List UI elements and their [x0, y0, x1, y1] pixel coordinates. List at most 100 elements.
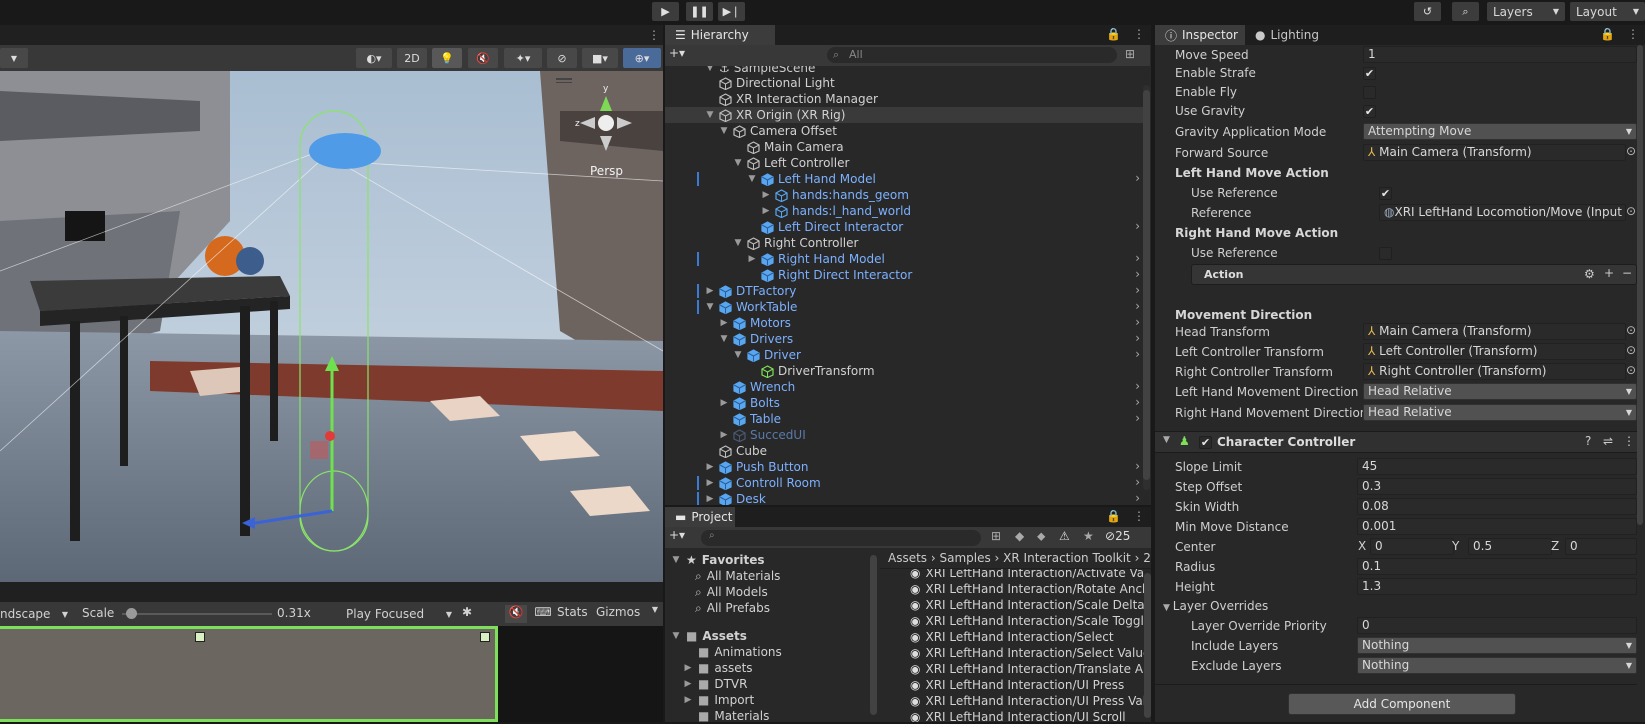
chevron-right-icon[interactable]: ▶ — [705, 491, 715, 505]
hierarchy-item[interactable]: ▶ Push Button — [705, 459, 809, 475]
chevron-right-icon[interactable]: › — [1135, 459, 1140, 473]
stats-button[interactable]: Stats — [557, 605, 593, 623]
inspector-scrollbar[interactable] — [1637, 45, 1643, 525]
chevron-right-icon[interactable]: ▶ — [719, 315, 729, 331]
more-menu-icon[interactable]: ⋮ — [1127, 507, 1151, 527]
scene-viewport[interactable]: z y Persp — [0, 71, 663, 582]
hierarchy-item[interactable]: ▶ Right Hand Model — [747, 251, 885, 267]
hierarchy-item[interactable]: ▶ Desk — [705, 491, 766, 505]
display-dropdown[interactable]: ndscape ▼ — [0, 605, 72, 623]
hierarchy-item[interactable]: Main Camera — [733, 139, 844, 155]
lock-icon[interactable]: 🔒 — [1100, 507, 1127, 527]
handle[interactable] — [195, 632, 205, 642]
scale-slider-thumb[interactable] — [126, 608, 137, 619]
hierarchy-item[interactable]: ▼ Left Controller — [733, 155, 850, 171]
hidden-count[interactable]: ⊘25 — [1105, 529, 1130, 543]
hierarchy-item[interactable]: ▼ WorkTable — [705, 299, 798, 315]
chevron-down-icon[interactable]: ▼ — [733, 347, 743, 363]
right-hand-direction-dropdown[interactable]: Head Relative ▼ — [1363, 404, 1637, 421]
favorite-item[interactable]: ⌕ All Prefabs — [695, 600, 770, 616]
scene-menu-button[interactable]: ▼ — [0, 48, 28, 68]
lock-icon[interactable]: 🔒 — [1594, 25, 1621, 45]
object-picker-icon[interactable]: ⊙ — [1626, 323, 1636, 337]
hierarchy-item[interactable]: ▼ Camera Offset — [719, 123, 837, 139]
layers-dropdown[interactable]: Layers ▼ — [1487, 2, 1565, 21]
chevron-right-icon[interactable]: › — [1135, 475, 1140, 489]
add-component-button[interactable]: Add Component — [1288, 693, 1516, 715]
layer-overrides-foldout[interactable]: ▼ Layer Overrides — [1163, 597, 1268, 615]
chevron-down-icon[interactable]: ▼ — [719, 123, 729, 139]
breadcrumb-item[interactable]: XR Interaction Toolkit › — [1003, 551, 1143, 565]
asset-item[interactable]: ◉ XRI LeftHand Interaction/Select Value — [910, 645, 1144, 661]
hierarchy-item[interactable]: Directional Light — [705, 75, 835, 91]
project-files-scrollbar[interactable] — [1144, 573, 1151, 718]
assets-header[interactable]: ▼ ■ Assets — [671, 628, 747, 644]
move-speed-field[interactable]: 1 — [1363, 46, 1637, 63]
hierarchy-item[interactable]: Table — [719, 411, 781, 427]
head-transform-field[interactable]: ⅄ Main Camera (Transform) — [1363, 323, 1626, 340]
asset-item[interactable]: ◉ XRI LeftHand Interaction/Activate Valu — [910, 569, 1144, 581]
search-by-label-icon[interactable]: ◆ — [1015, 529, 1024, 543]
layer-override-priority-field[interactable]: 0 — [1357, 617, 1637, 634]
center-x-field[interactable]: 0 — [1370, 538, 1454, 555]
chevron-right-icon[interactable]: › — [1135, 315, 1140, 329]
chevron-right-icon[interactable]: › — [1135, 411, 1140, 425]
center-z-field[interactable]: 0 — [1565, 538, 1637, 555]
step-button[interactable]: ▶❘ — [718, 2, 745, 21]
hierarchy-item[interactable]: ▼ Driver — [733, 347, 801, 363]
min-move-distance-field[interactable]: 0.001 — [1357, 518, 1637, 535]
chevron-right-icon[interactable]: ▶ — [719, 395, 729, 411]
star-icon[interactable]: ★ — [1083, 529, 1094, 543]
chevron-right-icon[interactable]: ▶ — [705, 459, 715, 475]
object-picker-icon[interactable]: ⊙ — [1626, 343, 1636, 357]
hierarchy-item[interactable]: XR Interaction Manager — [705, 91, 878, 107]
use-gravity-checkbox[interactable]: ✔ — [1363, 105, 1376, 118]
gizmos-dropdown[interactable]: ⊕▾ — [623, 48, 661, 68]
center-y-field[interactable]: 0.5 — [1468, 538, 1552, 555]
hierarchy-item[interactable]: ▶ DTFactory — [705, 283, 797, 299]
folder-item[interactable]: ■ Animations — [683, 644, 782, 660]
asset-item[interactable]: ◉ XRI LeftHand Interaction/UI Press — [910, 677, 1124, 693]
lighting-toggle[interactable]: 💡 — [432, 48, 462, 68]
project-search-input[interactable]: ⌕ — [701, 530, 981, 546]
chevron-right-icon[interactable]: ▶ — [761, 203, 771, 219]
folder-item[interactable]: ▶ ■ assets — [683, 660, 753, 676]
left-controller-transform-field[interactable]: ⅄ Left Controller (Transform) — [1363, 343, 1626, 360]
asset-item[interactable]: ◉ XRI LeftHand Interaction/Scale Delta — [910, 597, 1144, 613]
more-menu-icon[interactable]: ⋮ — [1623, 434, 1635, 448]
hierarchy-item[interactable]: ▶ hands:hands_geom — [761, 187, 909, 203]
chevron-right-icon[interactable]: ▶ — [705, 475, 715, 491]
layout-dropdown[interactable]: Layout ▼ — [1570, 2, 1645, 21]
chevron-right-icon[interactable]: ▶ — [719, 427, 729, 443]
scale-slider-track[interactable] — [122, 613, 272, 615]
object-picker-icon[interactable]: ⊙ — [1626, 363, 1636, 377]
object-picker-icon[interactable]: ⊙ — [1626, 204, 1636, 218]
favorite-item[interactable]: ⌕ All Models — [695, 584, 768, 600]
chevron-right-icon[interactable]: › — [1135, 395, 1140, 409]
gravity-mode-dropdown[interactable]: Attempting Move ▼ — [1363, 123, 1637, 140]
tag-icon[interactable]: ⬥ — [1037, 529, 1045, 544]
chevron-right-icon[interactable]: › — [1135, 219, 1140, 233]
preset-icon[interactable]: ⇌ — [1603, 434, 1613, 448]
gear-icon[interactable]: ⚙ — [1584, 267, 1595, 281]
lock-icon[interactable]: 🔒 — [1100, 25, 1127, 45]
character-controller-enabled[interactable]: ✔ — [1199, 436, 1212, 449]
asset-item[interactable]: ◉ XRI LeftHand Interaction/Rotate Ancho — [910, 581, 1144, 597]
hierarchy-search-input[interactable]: ⌕ All — [827, 47, 1117, 63]
create-button[interactable]: +▾ — [669, 528, 685, 542]
left-hand-direction-dropdown[interactable]: Head Relative ▼ — [1363, 383, 1637, 400]
more-menu-icon[interactable]: ⋮ — [1127, 25, 1151, 45]
hierarchy-item[interactable]: Right Direct Interactor — [747, 267, 912, 283]
play-button[interactable]: ▶ — [652, 2, 679, 21]
hierarchy-item[interactable]: ▼ Right Controller — [733, 235, 859, 251]
keyboard-button[interactable]: ⌨ — [532, 605, 554, 623]
asset-item[interactable]: ◉ XRI LeftHand Interaction/UI Scroll — [910, 709, 1126, 722]
toggle-2d-button[interactable]: 2D — [397, 48, 427, 68]
persp-label[interactable]: Persp — [590, 164, 623, 178]
hierarchy-item[interactable]: ▶ Motors — [719, 315, 791, 331]
search-button[interactable]: ⌕ — [1452, 2, 1479, 21]
breadcrumb-item[interactable]: 2. — [1143, 551, 1151, 565]
slope-limit-field[interactable]: 45 — [1357, 458, 1637, 475]
right-controller-transform-field[interactable]: ⅄ Right Controller (Transform) — [1363, 363, 1626, 380]
asset-item[interactable]: ◉ XRI LeftHand Interaction/Scale Toggle — [910, 613, 1144, 629]
